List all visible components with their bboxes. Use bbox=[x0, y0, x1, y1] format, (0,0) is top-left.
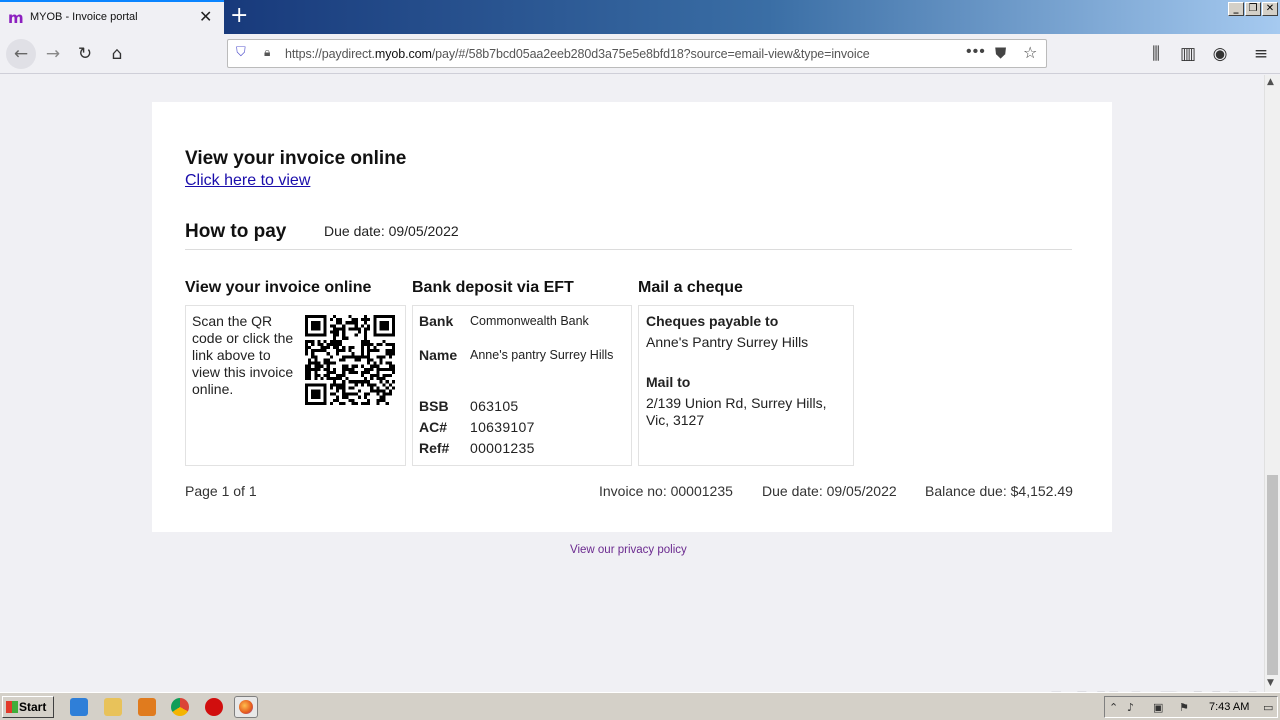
browser-tab[interactable]: m MYOB - Invoice portal ✕ bbox=[0, 0, 224, 34]
browser-tab-bar: m MYOB - Invoice portal ✕ + _ ❐ ✕ bbox=[0, 0, 1280, 34]
footer-due-date: Due date: 09/05/2022 bbox=[762, 483, 897, 499]
account-value: 10639107 bbox=[470, 419, 535, 435]
bsb-value: 063105 bbox=[470, 398, 519, 414]
view-invoice-heading: View your invoice online bbox=[185, 148, 407, 169]
invoice-number: Invoice no: 00001235 bbox=[599, 483, 733, 499]
tracking-shield-icon[interactable]: ⛉ bbox=[236, 45, 246, 60]
eft-column-title: Bank deposit via EFT bbox=[412, 279, 574, 296]
url-text[interactable]: https://paydirect.myob.com/pay/#/58b7bcd… bbox=[285, 47, 870, 61]
lock-icon[interactable]: 🔒︎ bbox=[264, 45, 270, 60]
clock[interactable]: 7:43 AM bbox=[1209, 701, 1249, 713]
pocket-icon[interactable]: ⛊ bbox=[995, 44, 1006, 62]
navigation-toolbar: ← → ↻ ⌂ ⛉ 🔒︎ https://paydirect.myob.com/… bbox=[0, 34, 1280, 74]
due-date-header: Due date: 09/05/2022 bbox=[324, 223, 459, 239]
cheque-box: Cheques payable to Anne's Pantry Surrey … bbox=[638, 305, 854, 466]
scroll-up-icon[interactable]: ▲ bbox=[1267, 77, 1274, 87]
page-counter: Page 1 of 1 bbox=[185, 483, 257, 499]
page-viewport: View your invoice online Click here to v… bbox=[0, 75, 1264, 720]
windows-logo-icon bbox=[6, 701, 18, 713]
online-column-title: View your invoice online bbox=[185, 279, 372, 296]
firefox-taskbar-button[interactable] bbox=[234, 696, 258, 718]
opera-icon[interactable] bbox=[205, 698, 223, 716]
action-center-flag-icon[interactable]: ⚑ bbox=[1179, 701, 1189, 714]
firefox-icon bbox=[239, 700, 253, 714]
media-player-icon[interactable] bbox=[138, 698, 156, 716]
eft-box: Bank Commonwealth Bank Name Anne's pantr… bbox=[412, 305, 632, 466]
vertical-scrollbar[interactable]: ▲ ▼ bbox=[1264, 75, 1280, 692]
close-window-icon[interactable]: ✕ bbox=[1262, 2, 1278, 16]
myob-favicon-icon: m bbox=[8, 9, 24, 27]
privacy-policy-link[interactable]: View our privacy policy bbox=[570, 544, 687, 556]
library-icon[interactable]: ⫼ bbox=[1145, 43, 1167, 65]
bookmark-star-icon[interactable]: ☆ bbox=[1023, 43, 1037, 62]
mail-to-value: 2/139 Union Rd, Surrey Hills, Vic, 3127 bbox=[646, 395, 827, 428]
bsb-label: BSB bbox=[419, 398, 449, 414]
minimize-window-icon[interactable]: _ bbox=[1228, 2, 1244, 16]
qr-instructions: Scan the QR code or click the link above… bbox=[192, 313, 294, 397]
page-actions-icon[interactable]: ••• bbox=[966, 43, 986, 61]
file-explorer-icon[interactable] bbox=[104, 698, 122, 716]
payable-value: Anne's Pantry Surrey Hills bbox=[646, 334, 809, 350]
forward-icon[interactable]: → bbox=[42, 43, 64, 65]
reload-icon[interactable]: ↻ bbox=[74, 43, 96, 65]
new-tab-icon[interactable]: + bbox=[230, 3, 248, 28]
account-icon[interactable]: ◉ bbox=[1209, 43, 1231, 65]
balance-due: Balance due: $4,152.49 bbox=[925, 483, 1073, 499]
qr-box: Scan the QR code or click the link above… bbox=[185, 305, 406, 466]
volume-icon[interactable]: ♪ bbox=[1127, 701, 1134, 714]
menu-icon[interactable]: ≡ bbox=[1250, 43, 1272, 65]
restore-window-icon[interactable]: ❐ bbox=[1245, 2, 1261, 16]
name-label: Name bbox=[419, 347, 458, 363]
view-invoice-link[interactable]: Click here to view bbox=[185, 172, 310, 190]
divider bbox=[185, 249, 1072, 250]
home-icon[interactable]: ⌂ bbox=[106, 43, 128, 65]
tray-expand-icon[interactable]: ⌃ bbox=[1109, 701, 1118, 714]
reference-value: 00001235 bbox=[470, 440, 535, 456]
cheque-column-title: Mail a cheque bbox=[638, 279, 743, 296]
how-to-pay-heading: How to pay bbox=[185, 221, 287, 242]
payable-label: Cheques payable to bbox=[646, 313, 779, 329]
start-button[interactable]: Start bbox=[2, 696, 54, 718]
address-bar[interactable]: ⛉ 🔒︎ https://paydirect.myob.com/pay/#/58… bbox=[227, 39, 1047, 68]
mail-to-label: Mail to bbox=[646, 374, 691, 390]
start-label: Start bbox=[19, 700, 47, 714]
back-icon[interactable]: ← bbox=[6, 39, 36, 69]
scroll-down-icon[interactable]: ▼ bbox=[1267, 678, 1274, 688]
tab-close-icon[interactable]: ✕ bbox=[199, 7, 212, 26]
reference-label: Ref# bbox=[419, 440, 450, 456]
chrome-icon[interactable] bbox=[171, 698, 189, 716]
network-icon[interactable]: ▣ bbox=[1153, 701, 1163, 714]
windows-taskbar: Start ⌃ ♪ ▣ ⚑ 7:43 AM ▭ bbox=[0, 692, 1280, 720]
system-tray: ⌃ ♪ ▣ ⚑ 7:43 AM ▭ bbox=[1104, 696, 1278, 718]
name-value: Anne's pantry Surrey Hills bbox=[470, 348, 614, 362]
bank-label: Bank bbox=[419, 313, 454, 329]
show-desktop-icon[interactable]: ▭ bbox=[1263, 701, 1273, 714]
bank-value: Commonwealth Bank bbox=[470, 314, 589, 328]
account-label: AC# bbox=[419, 419, 448, 435]
qr-code-icon[interactable] bbox=[305, 315, 395, 405]
scroll-thumb[interactable] bbox=[1267, 475, 1278, 675]
tab-title: MYOB - Invoice portal bbox=[30, 11, 138, 23]
invoice-card: View your invoice online Click here to v… bbox=[152, 102, 1112, 532]
sidebar-icon[interactable]: ▥ bbox=[1177, 43, 1199, 65]
internet-explorer-icon[interactable] bbox=[70, 698, 88, 716]
